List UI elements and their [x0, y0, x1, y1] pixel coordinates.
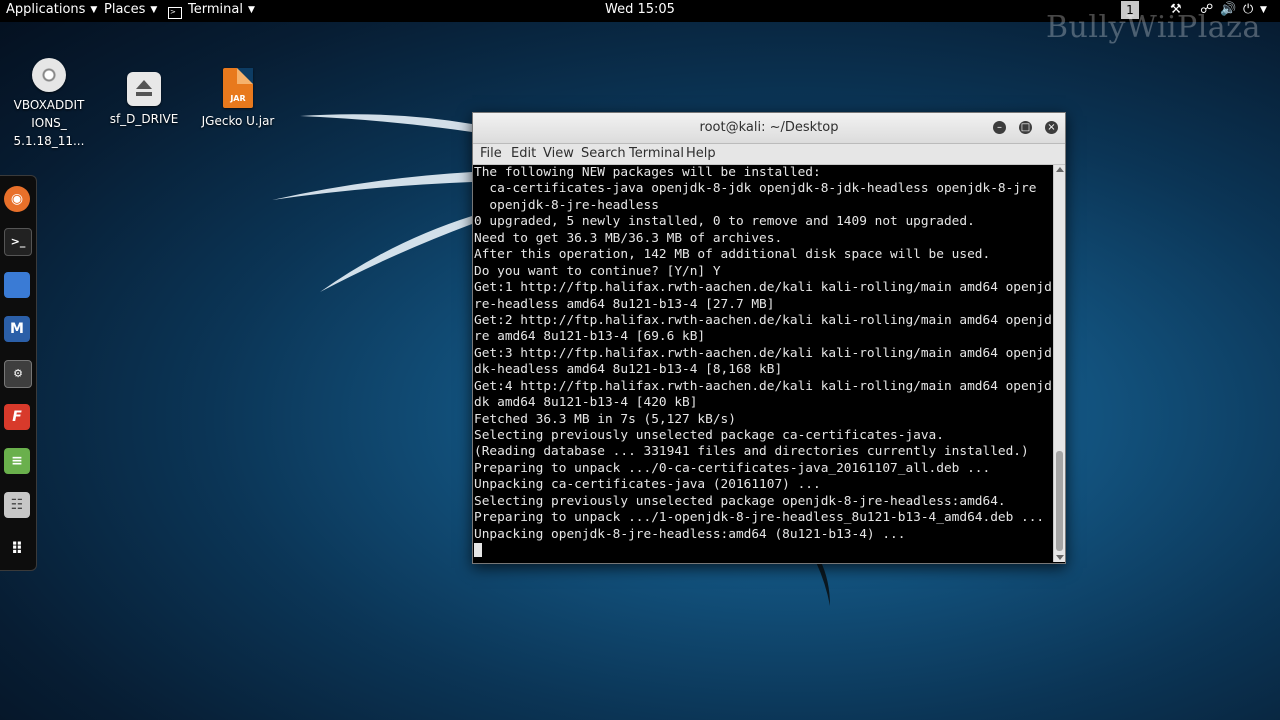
chevron-down-icon: ▼ [150, 5, 158, 15]
show-apps-icon[interactable]: ⠿ [4, 536, 30, 562]
chevron-down-icon: ▼ [90, 5, 98, 15]
terminal-app-menu[interactable]: > Terminal ▼ [168, 0, 255, 22]
terminal-prompt [474, 543, 1052, 559]
terminal-line: Get:4 http://ftp.halifax.rwth-aachen.de/… [474, 378, 1052, 394]
desktop-icon-label: sf_D_DRIVE [109, 112, 179, 126]
terminal-line: 0 upgraded, 5 newly installed, 0 to remo… [474, 214, 975, 230]
terminal-small-icon: > [168, 7, 182, 19]
places-menu[interactable]: Places ▼ [104, 0, 157, 22]
desktop-icon-vboxadditions[interactable]: VBOXADDIT IONS_ 5.1.18_11... [4, 58, 94, 150]
desktop-icon-label: VBOXADDIT IONS_ 5.1.18_11... [13, 98, 85, 148]
menu-file[interactable]: File [480, 146, 502, 161]
menu-search[interactable]: Search [581, 146, 626, 161]
terminal-line: Selecting previously unselected package … [474, 493, 1006, 509]
terminal-output[interactable]: The following NEW packages will be insta… [474, 165, 1052, 561]
terminal-line: Get:1 http://ftp.halifax.rwth-aachen.de/… [474, 280, 1052, 296]
terminal-line: Do you want to continue? [Y/n] Y [474, 263, 721, 279]
terminal-line: dk amd64 8u121-b13-4 [420 kB] [474, 395, 698, 411]
armitage-icon[interactable]: ⚙ [4, 360, 32, 388]
terminal-line: Preparing to unpack .../1-openjdk-8-jre-… [474, 510, 1045, 526]
window-menubar: File Edit View Search Terminal Help [473, 144, 1065, 165]
terminal-line: re amd64 8u121-b13-4 [69.6 kB] [474, 329, 706, 345]
minimize-icon[interactable]: – [993, 121, 1006, 134]
metasploit-icon[interactable]: M [4, 316, 30, 342]
scroll-down-icon[interactable] [1056, 555, 1064, 560]
terminal-line: Unpacking ca-certificates-java (20161107… [474, 477, 821, 493]
desktop-icon-label: JGecko U.jar [201, 114, 275, 128]
jar-file-icon [223, 68, 253, 108]
terminal-line: re-headless amd64 8u121-b13-4 [27.7 MB] [474, 296, 775, 312]
desktop-icon-sf-d-drive[interactable]: sf_D_DRIVE [99, 72, 189, 128]
scroll-up-icon[interactable] [1056, 167, 1064, 172]
terminal-line: Selecting previously unselected package … [474, 428, 944, 443]
terminal-line: (Reading database ... 331941 files and d… [474, 444, 1029, 460]
dock: ◉ >_ M ⚙ F ≡ ☷ ⠿ [0, 175, 37, 571]
window-title: root@kali: ~/Desktop [699, 120, 839, 135]
terminal-line: Get:2 http://ftp.halifax.rwth-aachen.de/… [474, 312, 1052, 328]
menu-edit[interactable]: Edit [511, 146, 536, 161]
terminal-line: dk-headless amd64 8u121-b13-4 [8,168 kB] [474, 362, 783, 378]
clock[interactable]: Wed 15:05 [605, 2, 675, 17]
terminal-line: Need to get 36.3 MB/36.3 MB of archives. [474, 230, 783, 246]
terminal-icon[interactable]: >_ [4, 228, 32, 256]
cd-icon [32, 58, 66, 92]
terminal-scrollbar[interactable] [1053, 165, 1065, 562]
maximize-icon[interactable]: □ [1019, 121, 1032, 134]
settings-icon[interactable]: ☷ [4, 492, 30, 518]
terminal-line: Unpacking openjdk-8-jre-headless:amd64 (… [474, 526, 906, 542]
applications-menu[interactable]: Applications ▼ [6, 0, 97, 22]
scrollbar-thumb[interactable] [1056, 451, 1063, 551]
chevron-down-icon: ▼ [247, 5, 255, 15]
leafpad-icon[interactable]: ≡ [4, 448, 30, 474]
applications-menu-label: Applications [6, 2, 86, 17]
firefox-icon[interactable]: ◉ [4, 186, 30, 212]
terminal-line: Get:3 http://ftp.halifax.rwth-aachen.de/… [474, 345, 1052, 361]
watermark: BullyWiiPlaza [1046, 10, 1261, 45]
desktop-icon-jgecko-jar[interactable]: JGecko U.jar [193, 68, 283, 130]
terminal-app-menu-label: Terminal [188, 2, 243, 17]
terminal-line: The following NEW packages will be insta… [474, 165, 821, 180]
files-icon[interactable] [4, 272, 30, 298]
terminal-line: Fetched 36.3 MB in 7s (5,127 kB/s) [474, 411, 736, 427]
terminal-line: Preparing to unpack .../0-ca-certificate… [474, 460, 991, 476]
terminal-window: root@kali: ~/Desktop – □ × File Edit Vie… [472, 112, 1066, 564]
close-icon[interactable]: × [1045, 121, 1058, 134]
faraday-icon[interactable]: F [4, 404, 30, 430]
terminal-line: After this operation, 142 MB of addition… [474, 247, 991, 263]
drive-icon [127, 72, 161, 106]
menu-help[interactable]: Help [686, 146, 716, 161]
text-cursor [474, 543, 482, 558]
terminal-line: openjdk-8-jre-headless [474, 197, 659, 213]
places-menu-label: Places [104, 2, 146, 17]
menu-terminal[interactable]: Terminal [629, 146, 684, 161]
chevron-down-icon[interactable]: ▼ [1260, 0, 1267, 22]
menu-view[interactable]: View [543, 146, 574, 161]
terminal-line: ca-certificates-java openjdk-8-jdk openj… [474, 181, 1037, 197]
window-titlebar[interactable]: root@kali: ~/Desktop – □ × [473, 113, 1065, 144]
